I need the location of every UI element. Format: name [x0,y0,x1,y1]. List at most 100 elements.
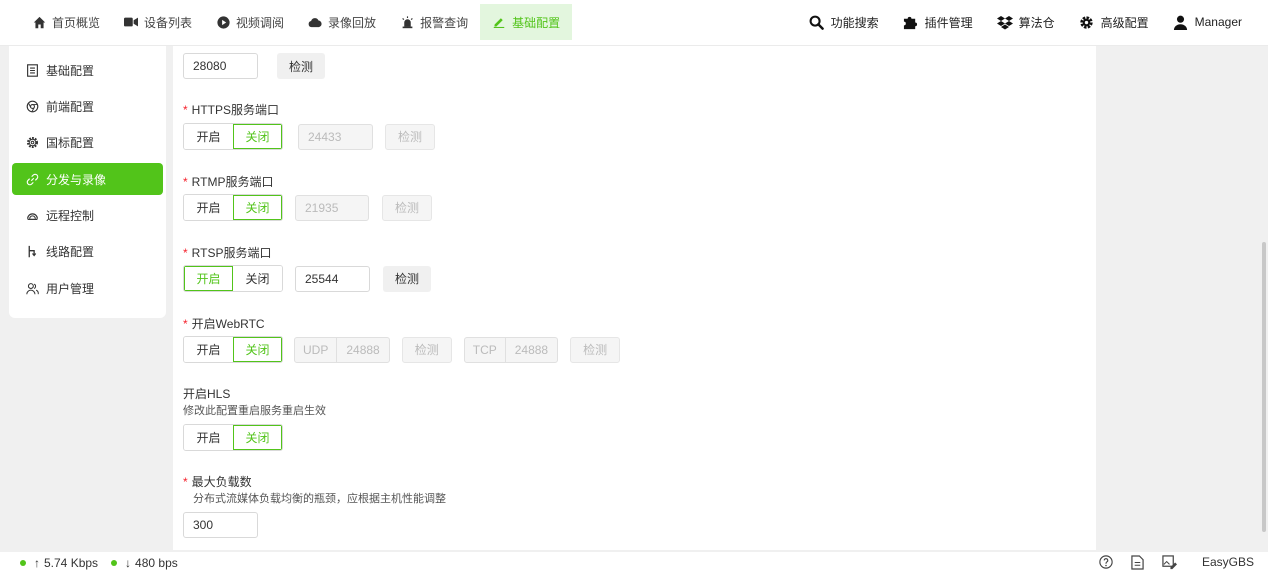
rtmp-off-option[interactable]: 关闭 [233,195,282,220]
https-port-label-text: HTTPS服务端口 [191,103,280,117]
link-icon [25,172,39,186]
webrtc-row: 开启 关闭 UDP 24888 检测 TCP 24888 检测 [183,336,621,363]
webrtc-udp-check-button[interactable]: 检测 [401,336,452,363]
max-load-label: * 最大负载数 [183,473,252,490]
download-status-dot [111,560,118,566]
hls-off-option[interactable]: 关闭 [233,425,282,450]
chrome-icon [25,99,39,113]
advanced-config-label: 高级配置 [1100,15,1149,30]
nav-alarm-label: 报警查询 [420,15,469,30]
nav-basic-config[interactable]: 基础配置 [480,4,573,40]
http-port-row: 28080 检测 [183,53,326,79]
rtmp-check-button[interactable]: 检测 [382,194,433,221]
hls-label: 开启HLS [183,387,231,401]
required-mark: * [183,103,188,117]
webrtc-tcp-port-input[interactable]: TCP 24888 [463,336,559,363]
list-icon [25,63,39,77]
sidebar-item-gb-config[interactable]: 国标配置 [12,127,163,159]
rtsp-port-label-text: RTSP服务端口 [191,246,272,260]
rtsp-port-label: * RTSP服务端口 [183,244,271,261]
https-toggle: 开启 关闭 [183,123,283,150]
home-icon [32,15,46,29]
sidebar-item-frontend-config[interactable]: 前端配置 [12,90,163,122]
sidebar: 基础配置 前端配置 国标配置 分发与录像 远程控制 线路配置 用户管理 [9,46,166,318]
https-off-option[interactable]: 关闭 [233,124,282,149]
nav-basic-config-label: 基础配置 [512,15,561,30]
webrtc-udp-port-input[interactable]: UDP 24888 [294,336,390,363]
sidebar-item-label: 远程控制 [46,209,95,224]
download-arrow-icon: ↓ [125,556,132,570]
sidebar-item-route-config[interactable]: 线路配置 [12,236,163,268]
puzzle-icon [903,14,919,30]
plugin-manage-label: 插件管理 [924,15,973,30]
webrtc-off-option[interactable]: 关闭 [233,337,282,362]
sidebar-item-basic-config[interactable]: 基础配置 [12,54,163,86]
rtsp-port-input[interactable]: 25544 [295,265,370,292]
hls-on-option[interactable]: 开启 [184,425,233,450]
https-check-button[interactable]: 检测 [385,123,436,150]
max-load-hint: 分布式流媒体负载均衡的瓶颈，应根据主机性能调整 [193,493,446,505]
cloud-icon [308,15,322,29]
sidebar-item-distribution-recording[interactable]: 分发与录像 [12,163,163,196]
sidebar-item-user-management[interactable]: 用户管理 [12,272,163,304]
nav-playback[interactable]: 录像回放 [296,4,388,40]
sidebar-item-remote-control[interactable]: 远程控制 [12,200,163,232]
rtmp-port-input[interactable]: 21935 [295,194,369,221]
status-bar: ↑ 5.74 Kbps ↓ 480 bps EasyGBS [0,552,1268,574]
main-menu: 首页概览 设备列表 视频调阅 录像回放 报警查询 基础配置 [20,4,573,40]
user-name: Manager [1194,15,1242,29]
plugin-manage-button[interactable]: 插件管理 [891,4,985,40]
help-icon[interactable] [1098,554,1114,570]
play-circle-icon [216,15,230,29]
http-port-input[interactable]: 28080 [183,53,258,79]
video-camera-icon [124,15,139,29]
download-rate: 480 bps [135,556,178,570]
nav-video[interactable]: 视频调阅 [204,4,296,40]
function-search-button[interactable]: 功能搜索 [797,4,891,40]
nav-devices-label: 设备列表 [144,15,193,30]
search-icon [809,14,825,30]
brand-name: EasyGBS [1201,555,1254,569]
rtmp-toggle: 开启 关闭 [183,194,283,221]
users-icon [25,281,39,295]
sidebar-item-label: 用户管理 [46,281,95,296]
top-right-menu: 功能搜索 插件管理 算法仓 高级配置 Manager [797,4,1254,40]
https-port-input[interactable]: 24433 [298,123,373,150]
page-scrollbar[interactable] [1262,242,1266,532]
nav-home[interactable]: 首页概览 [20,4,112,40]
http-port-check-button[interactable]: 检测 [277,53,326,79]
image-edit-icon[interactable] [1162,554,1178,570]
alarm-icon [400,15,414,29]
document-icon[interactable] [1130,554,1146,570]
config-form-panel: 28080 检测 * HTTPS服务端口 开启 关闭 24433 检测 * RTMP… [173,46,1096,550]
rtsp-on-option[interactable]: 开启 [184,266,233,291]
max-load-label-text: 最大负载数 [191,475,252,489]
https-port-row: 开启 关闭 24433 检测 [183,123,436,150]
sidebar-item-label: 前端配置 [46,99,95,114]
hls-toggle: 开启 关闭 [183,424,283,451]
footer-actions: EasyGBS [1098,554,1254,570]
required-mark: * [183,475,188,489]
advanced-config-button[interactable]: 高级配置 [1067,4,1161,40]
webrtc-label: * 开启WebRTC [183,315,265,332]
rtmp-on-option[interactable]: 开启 [184,195,233,220]
edit-icon [492,15,506,29]
sidebar-item-label: 分发与录像 [46,172,107,187]
dropbox-icon [996,14,1013,30]
sidebar-item-label: 国标配置 [46,136,95,151]
rtmp-port-label: * RTMP服务端口 [183,173,273,190]
function-search-label: 功能搜索 [830,15,879,30]
user-menu-button[interactable]: Manager [1161,4,1254,40]
max-load-input[interactable]: 300 [183,512,258,538]
rtsp-off-option[interactable]: 关闭 [233,266,282,291]
nav-alarm[interactable]: 报警查询 [388,4,480,40]
nav-devices[interactable]: 设备列表 [112,4,204,40]
sidebar-item-label: 基础配置 [46,63,95,78]
rtsp-check-button[interactable]: 检测 [383,265,432,292]
webrtc-tcp-check-button[interactable]: 检测 [570,336,621,363]
required-mark: * [183,246,188,260]
top-navigation: 首页概览 设备列表 视频调阅 录像回放 报警查询 基础配置 功能搜索 插件管理 … [0,0,1268,46]
algorithm-store-button[interactable]: 算法仓 [985,4,1067,40]
https-on-option[interactable]: 开启 [184,124,233,149]
webrtc-on-option[interactable]: 开启 [184,337,233,362]
